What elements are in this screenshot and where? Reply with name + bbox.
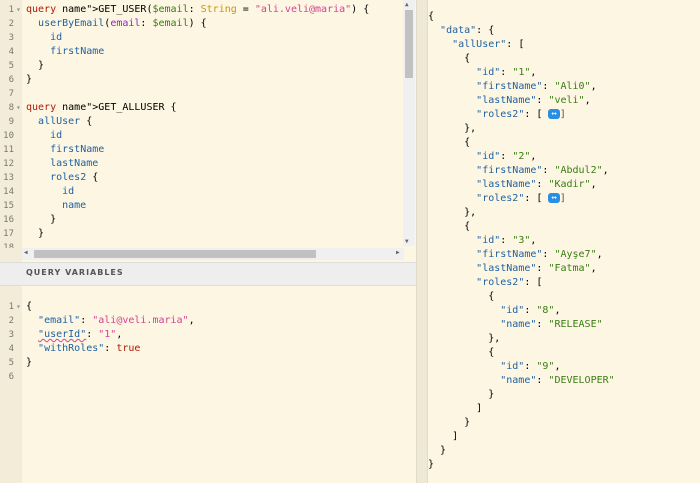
result-line: }, xyxy=(428,207,477,218)
line-number: 3 xyxy=(8,330,14,340)
result-line: "roles2": [ ↔] xyxy=(476,193,566,204)
fold-arrow-icon[interactable]: ▾ xyxy=(16,300,21,314)
line-number: 10 xyxy=(3,131,14,141)
line-number: 5 xyxy=(8,358,14,368)
query-editor-horizontal-scroll-thumb[interactable] xyxy=(34,250,316,258)
line-number: 18 xyxy=(3,243,14,248)
result-line: { xyxy=(428,137,471,148)
result-line: "name": "RELEASE" xyxy=(500,319,603,330)
result-line: { xyxy=(428,291,495,302)
line-number: 17 xyxy=(3,229,14,239)
query-code-line: name xyxy=(62,200,87,211)
line-number: 16 xyxy=(3,215,14,225)
variables-code-line: "email": "ali@veli.maria", xyxy=(38,315,195,326)
collapsed-array-badge[interactable]: ↔ xyxy=(548,193,560,203)
query-variables-header[interactable]: QUERY VARIABLES xyxy=(0,262,416,286)
result-line: "firstName": "Ali0", xyxy=(476,81,597,92)
query-code-line: } xyxy=(26,228,45,239)
scroll-right-arrow-icon[interactable]: ▶ xyxy=(396,249,400,256)
query-code-line: allUser { xyxy=(38,116,93,127)
result-line: "id": "9", xyxy=(500,361,561,372)
result-line: "allUser": [ xyxy=(452,39,525,50)
scroll-left-arrow-icon[interactable]: ◀ xyxy=(24,249,28,256)
line-number: 15 xyxy=(3,201,14,211)
line-number: 3 xyxy=(8,33,14,43)
collapsed-array-badge[interactable]: ↔ xyxy=(548,109,560,119)
query-code-line: query name">GET_USER($email: String = "a… xyxy=(26,4,370,15)
line-number: 1 xyxy=(8,5,14,15)
query-code-line: query name">GET_ALLUSER { xyxy=(26,102,177,113)
result-line: "id": "8", xyxy=(500,305,561,316)
query-code-line: roles2 { xyxy=(50,172,99,183)
result-line: { xyxy=(428,53,471,64)
query-editor[interactable]: 1 ▾ query name">GET_USER($email: String = … xyxy=(0,0,403,248)
result-line: "lastName": "veli", xyxy=(476,95,591,106)
variables-editor[interactable]: 1 ▾ {2 "email": "ali@veli.maria", 3 "userId… xyxy=(0,284,416,483)
fold-arrow-icon[interactable]: ▾ xyxy=(16,3,21,17)
result-line: "name": "DEVELOPER" xyxy=(500,375,615,386)
variables-code-line: "userId": "1", xyxy=(38,329,123,340)
line-number: 2 xyxy=(8,19,14,29)
query-code-line: } xyxy=(26,74,33,85)
result-line: { xyxy=(428,221,471,232)
line-number: 13 xyxy=(3,173,14,183)
result-line: "id": "3", xyxy=(476,235,537,246)
result-line: "id": "2", xyxy=(476,151,537,162)
result-line: } xyxy=(428,417,471,428)
line-number: 7 xyxy=(8,89,14,99)
query-code-line: } xyxy=(26,60,45,71)
variables-code-line: { xyxy=(26,301,33,312)
result-viewer: ▾{▾ "data": {▾ "allUser": [▾ { "id": "1"… xyxy=(426,0,700,483)
variables-code-line: "withRoles": true xyxy=(38,343,141,354)
line-number: 6 xyxy=(8,372,14,382)
fold-arrow-icon[interactable]: ▾ xyxy=(16,101,21,115)
result-line: "lastName": "Kadir", xyxy=(476,179,597,190)
line-number: 1 xyxy=(8,302,14,312)
line-number: 4 xyxy=(8,47,14,57)
query-code-line: firstName xyxy=(50,46,105,57)
line-number: 14 xyxy=(3,187,14,197)
query-code-line: } xyxy=(26,214,57,225)
query-code-line: lastName xyxy=(50,158,99,169)
line-number: 2 xyxy=(8,316,14,326)
result-line: }, xyxy=(428,123,477,134)
result-line: "id": "1", xyxy=(476,67,537,78)
query-code-line: id xyxy=(62,186,75,197)
result-line: "firstName": "Ayşe7", xyxy=(476,249,603,260)
query-code-line: id xyxy=(50,130,63,141)
query-code-line: id xyxy=(50,32,63,43)
query-code-line: firstName xyxy=(50,144,105,155)
line-number: 11 xyxy=(3,145,14,155)
line-number: 6 xyxy=(8,75,14,85)
line-number: 8 xyxy=(8,103,14,113)
result-line: { xyxy=(428,347,495,358)
variables-code-line: } xyxy=(26,357,33,368)
result-line: "roles2": [ ↔] xyxy=(476,109,566,120)
query-editor-vertical-scroll-thumb[interactable] xyxy=(405,10,413,78)
result-line: }, xyxy=(428,333,501,344)
line-number: 12 xyxy=(3,159,14,169)
line-number: 5 xyxy=(8,61,14,71)
result-line: ] xyxy=(428,431,459,442)
result-line: "roles2": [ xyxy=(476,277,543,288)
result-line: "data": { xyxy=(440,25,495,36)
result-line: "lastName": "Fatma", xyxy=(476,263,597,274)
result-line: "firstName": "Abdul2", xyxy=(476,165,609,176)
scroll-up-arrow-icon[interactable]: ▲ xyxy=(405,1,409,8)
result-line: { xyxy=(428,11,435,22)
result-line: ] xyxy=(428,403,483,414)
scroll-down-arrow-icon[interactable]: ▼ xyxy=(405,238,409,245)
query-variables-title: QUERY VARIABLES xyxy=(26,268,124,277)
result-line: } xyxy=(428,459,435,470)
line-number: 9 xyxy=(8,117,14,127)
query-code-line: userByEmail(email: $email) { xyxy=(38,18,207,29)
result-line: } xyxy=(428,389,495,400)
line-number: 4 xyxy=(8,344,14,354)
result-line: } xyxy=(428,445,447,456)
